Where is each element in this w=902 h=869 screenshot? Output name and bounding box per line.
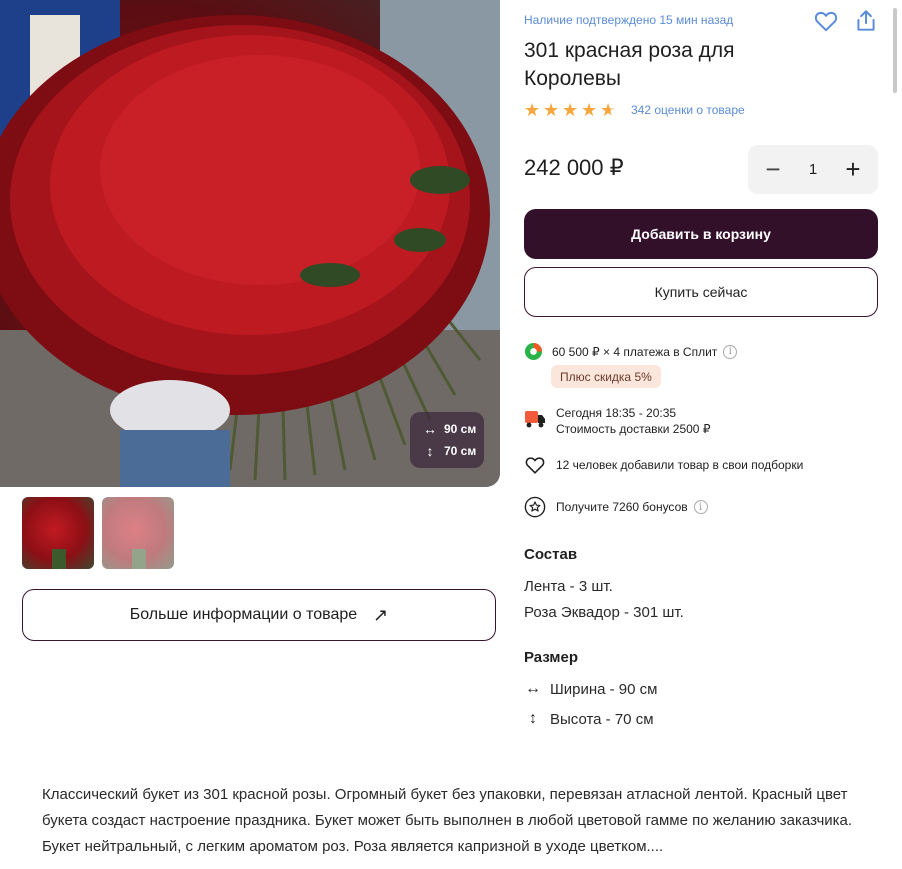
width-arrows-icon: ↔	[525, 680, 541, 697]
height-arrows-icon: ↕	[426, 443, 434, 459]
quantity-value: 1	[808, 161, 818, 178]
size-heading: Размер	[524, 649, 579, 666]
badge-height-text: 70 см	[444, 444, 477, 458]
thumbnail-strip	[22, 497, 174, 569]
increase-quantity-button[interactable]: +	[838, 154, 868, 185]
dimensions-badge: ↔ 90 см ↕ 70 см	[410, 412, 484, 468]
bonus-text: Получите 7260 бонусов	[556, 500, 688, 514]
split-logo-icon	[524, 342, 543, 361]
split-text: 60 500 ₽ × 4 платежа в Сплит	[552, 344, 718, 359]
thumbnail-2[interactable]	[102, 497, 174, 569]
size-width-text: Ширина - 90 см	[550, 680, 658, 698]
height-arrows-icon: ↕	[529, 710, 537, 727]
add-to-cart-button[interactable]: Добавить в корзину	[524, 209, 878, 259]
product-title: 301 красная роза для Королевы	[524, 39, 735, 90]
arrow-up-right-icon: ↗	[373, 604, 389, 625]
star-icon: ★	[524, 100, 541, 120]
composition-item: Роза Эквадор - 301 шт.	[524, 604, 684, 621]
thumbnail-1[interactable]	[22, 497, 94, 569]
more-info-label: Больше информации о товаре	[129, 606, 358, 623]
delivery-cost: Стоимость доставки 2500 ₽	[556, 422, 711, 436]
heart-icon[interactable]	[813, 8, 839, 34]
product-description: Классический букет из 301 красной розы. …	[42, 786, 853, 855]
bonus-star-icon	[524, 496, 546, 518]
split-payment[interactable]: 60 500 ₽ × 4 платежа в Сплит i	[524, 342, 738, 361]
favorites-info: 12 человек добавили товар в свои подборк…	[524, 454, 803, 476]
rating[interactable]: ★ ★ ★ ★ ★ 342 оценки о товаре	[524, 101, 745, 119]
product-main-image[interactable]: ↔ 90 см ↕ 70 см	[0, 0, 500, 487]
discount-badge: Плюс скидка 5%	[551, 365, 661, 388]
size-width: ↔ Ширина - 90 см	[524, 680, 657, 698]
share-icon[interactable]	[853, 8, 879, 34]
composition-heading: Состав	[524, 546, 578, 563]
price: 242 000 ₽	[524, 155, 624, 180]
delivery-info: Сегодня 18:35 - 20:35 Стоимость доставки…	[524, 405, 710, 437]
heart-outline-icon	[525, 457, 545, 474]
info-icon[interactable]: i	[723, 344, 738, 359]
availability-status: Наличие подтверждено 15 мин назад	[524, 13, 734, 27]
quantity-stepper: − 1 +	[748, 145, 878, 194]
width-arrows-icon: ↔	[423, 421, 437, 437]
delivery-time: Сегодня 18:35 - 20:35	[556, 406, 677, 420]
star-icon: ★	[581, 100, 598, 120]
badge-width-text: 90 см	[444, 422, 477, 436]
composition-item: Лента - 3 шт.	[524, 578, 613, 595]
delivery-truck-icon	[525, 411, 545, 428]
bonus-info: Получите 7260 бонусов i	[524, 496, 708, 518]
scrollbar-thumb[interactable]	[893, 8, 897, 93]
size-height: ↕ Высота - 70 см	[524, 710, 654, 728]
star-half-icon: ★	[600, 101, 619, 119]
star-icon: ★	[562, 100, 579, 120]
favorites-text: 12 человек добавили товар в свои подборк…	[556, 458, 804, 472]
more-info-button[interactable]: Больше информации о товаре ↗	[22, 589, 496, 641]
size-height-text: Высота - 70 см	[550, 710, 654, 728]
info-icon[interactable]: i	[693, 500, 708, 514]
decrease-quantity-button[interactable]: −	[758, 154, 788, 185]
buy-now-button[interactable]: Купить сейчас	[524, 267, 878, 317]
reviews-link[interactable]: 342 оценки о товаре	[631, 103, 745, 117]
star-icon: ★	[543, 100, 560, 120]
